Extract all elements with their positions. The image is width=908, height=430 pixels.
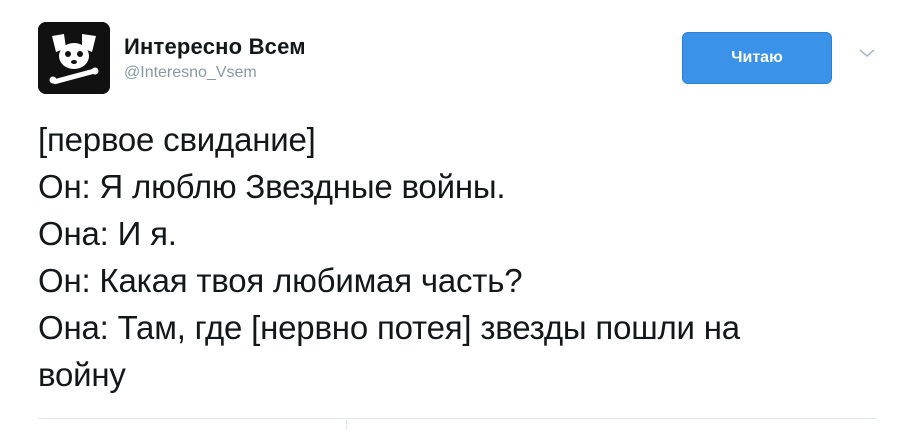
divider-tick <box>346 420 347 430</box>
follow-button[interactable]: Читаю <box>682 32 832 84</box>
account-names: Интересно Всем @Interesno_Vsem <box>124 34 306 84</box>
account-handle[interactable]: @Interesno_Vsem <box>124 62 306 84</box>
tweet-line: [первое свидание] <box>38 121 316 158</box>
dog-skull-logo-icon <box>38 22 110 94</box>
display-name[interactable]: Интересно Всем <box>124 34 306 60</box>
tweet-header: Интересно Всем @Interesno_Vsem Читаю <box>38 22 882 98</box>
avatar[interactable] <box>38 22 110 94</box>
tweet-text: [первое свидание] Он: Я люблю Звездные в… <box>38 116 878 398</box>
tweet-line: Она: И я. <box>38 215 177 252</box>
tweet-line: Он: Какая твоя любимая часть? <box>38 262 523 299</box>
tweet-line: войну <box>38 356 126 393</box>
tweet-line: Она: Там, где [нервно потея] звезды пошл… <box>38 309 740 346</box>
tweet-line: Он: Я люблю Звездные войны. <box>38 168 506 205</box>
divider <box>38 418 876 419</box>
chevron-down-icon[interactable] <box>858 46 876 60</box>
